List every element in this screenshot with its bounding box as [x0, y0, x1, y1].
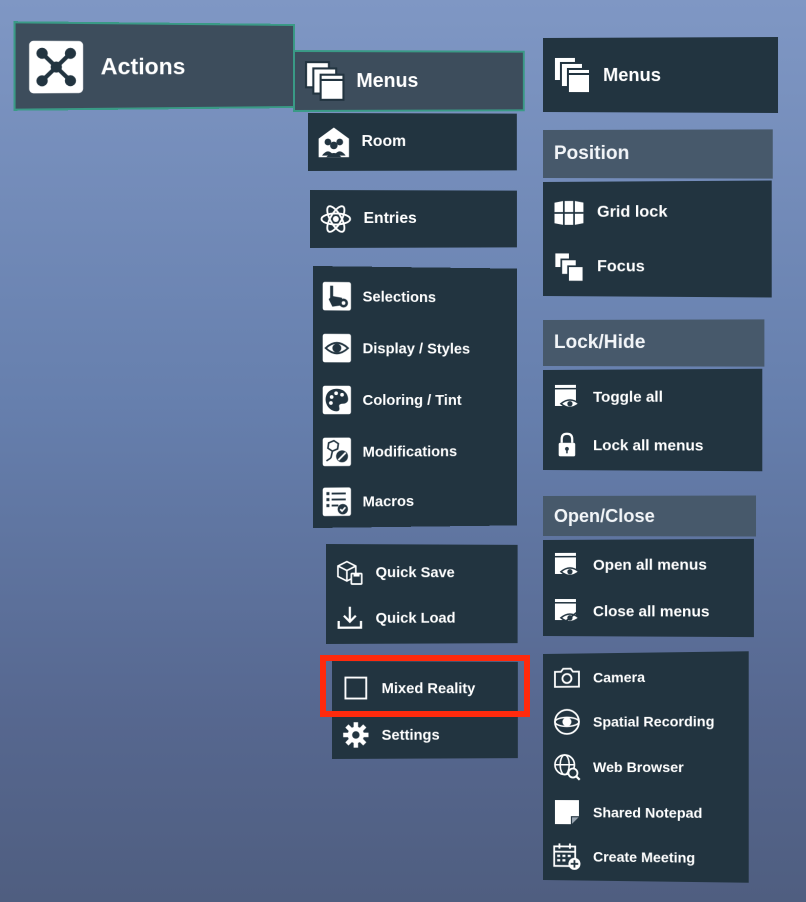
modifications-label: Modifications — [362, 442, 458, 461]
system-group: Mixed Reality Settings — [332, 661, 518, 759]
menu-item-close-all-menus[interactable]: Close all menus — [543, 588, 754, 635]
menu-item-lock-all-menus[interactable]: Lock all menus — [543, 422, 762, 469]
menus-label: Menus — [356, 69, 419, 92]
spatial-recording-icon — [551, 706, 583, 738]
lock-hide-group: Toggle all Lock all menus — [543, 368, 763, 472]
actions-button[interactable]: Actions — [13, 21, 296, 111]
menu-item-coloring-tint[interactable]: Coloring / Tint — [313, 376, 517, 424]
actions-label: Actions — [100, 53, 186, 80]
camera-label: Camera — [593, 668, 646, 686]
menu-item-web-browser[interactable]: Web Browser — [543, 744, 749, 789]
grid-panels-icon — [551, 195, 587, 231]
selections-label: Selections — [362, 288, 437, 306]
create-meeting-label: Create Meeting — [593, 848, 696, 866]
download-icon — [334, 602, 366, 634]
menu-item-settings[interactable]: Settings — [332, 713, 518, 757]
menu-item-display-styles[interactable]: Display / Styles — [313, 324, 517, 372]
open-all-menus-label: Open all menus — [593, 555, 707, 574]
coloring-tint-label: Coloring / Tint — [362, 391, 462, 409]
menu-item-room[interactable]: Room — [308, 117, 517, 167]
window-eye-off-icon — [551, 595, 583, 627]
atom-icon — [318, 201, 354, 237]
window-eye-icon — [551, 381, 583, 413]
web-browser-label: Web Browser — [593, 758, 684, 776]
focus-label: Focus — [597, 258, 645, 276]
menu-item-quick-save[interactable]: Quick Save — [326, 550, 518, 594]
menu-item-camera[interactable]: Camera — [543, 653, 749, 700]
gear-icon — [340, 719, 372, 751]
room-group: Room — [308, 113, 517, 171]
shared-notepad-label: Shared Notepad — [593, 804, 703, 821]
open-close-header: Open/Close — [543, 495, 757, 537]
menu-item-modifications[interactable]: Modifications — [313, 427, 517, 476]
notepad-icon — [551, 796, 583, 828]
globe-search-icon — [551, 751, 583, 783]
entries-label: Entries — [363, 210, 417, 227]
checklist-icon — [321, 486, 353, 518]
menu-item-toggle-all[interactable]: Toggle all — [543, 373, 762, 420]
settings-label: Settings — [381, 726, 440, 744]
menu-item-mixed-reality[interactable]: Mixed Reality — [332, 665, 518, 711]
menu-item-grid-lock[interactable]: Grid lock — [543, 187, 772, 238]
spatial-recording-label: Spatial Recording — [593, 712, 715, 730]
position-group: Grid lock Focus — [543, 180, 772, 298]
palette-icon — [321, 384, 353, 416]
position-header-label: Position — [553, 142, 630, 165]
menus-stack-icon — [551, 54, 593, 96]
focus-stack-icon — [551, 249, 587, 285]
grid-lock-label: Grid lock — [597, 203, 668, 221]
menu-item-macros[interactable]: Macros — [313, 476, 517, 526]
room-people-icon — [316, 124, 352, 160]
macros-label: Macros — [362, 492, 415, 510]
tools-group: Selections Display / Styles Coloring / T… — [313, 266, 518, 528]
menu-item-focus[interactable]: Focus — [543, 242, 772, 293]
open-close-group: Open all menus Close all menus — [543, 538, 754, 638]
lock-hide-header-label: Lock/Hide — [553, 331, 646, 354]
menus-stack-icon — [303, 59, 347, 103]
actions-network-icon — [27, 38, 86, 95]
camera-icon — [551, 662, 583, 694]
eye-icon — [321, 332, 353, 364]
calendar-add-icon — [551, 840, 583, 872]
menu-item-create-meeting[interactable]: Create Meeting — [543, 834, 749, 881]
right-menus-item: Menus — [543, 47, 778, 102]
open-close-header-label: Open/Close — [553, 505, 655, 526]
save-load-group: Quick Save Quick Load — [326, 544, 518, 644]
menu-item-entries[interactable]: Entries — [310, 194, 517, 244]
menu-item-quick-load[interactable]: Quick Load — [326, 596, 518, 640]
toggle-all-label: Toggle all — [593, 388, 663, 406]
display-styles-label: Display / Styles — [362, 339, 471, 358]
close-all-menus-label: Close all menus — [593, 602, 710, 621]
tools-right-group: Camera Spatial Recording Web Browser Sha… — [543, 651, 749, 883]
lock-all-menus-label: Lock all menus — [593, 436, 704, 455]
room-label: Room — [361, 133, 407, 150]
menu-item-open-all-menus[interactable]: Open all menus — [543, 541, 754, 588]
lock-icon — [551, 429, 583, 461]
actions-item: Actions — [16, 32, 293, 102]
entries-group: Entries — [310, 190, 517, 248]
menus-item: Menus — [295, 52, 523, 110]
menu-item-shared-notepad[interactable]: Shared Notepad — [543, 790, 749, 836]
menus-button[interactable]: Menus — [293, 50, 525, 112]
lock-hide-header: Lock/Hide — [543, 319, 765, 367]
quick-save-label: Quick Save — [375, 563, 455, 581]
right-menus-button[interactable]: Menus — [543, 36, 779, 114]
right-menus-label: Menus — [603, 64, 661, 85]
position-header: Position — [543, 129, 773, 179]
menu-item-spatial-recording[interactable]: Spatial Recording — [543, 698, 749, 744]
square-icon — [340, 672, 372, 704]
selection-hand-icon — [321, 280, 353, 312]
window-eye-icon — [551, 549, 583, 581]
mixed-reality-label: Mixed Reality — [381, 679, 476, 697]
save-box-icon — [334, 556, 366, 588]
quick-load-label: Quick Load — [375, 609, 456, 627]
modify-molecule-icon — [321, 436, 353, 468]
menu-item-selections[interactable]: Selections — [313, 272, 517, 322]
